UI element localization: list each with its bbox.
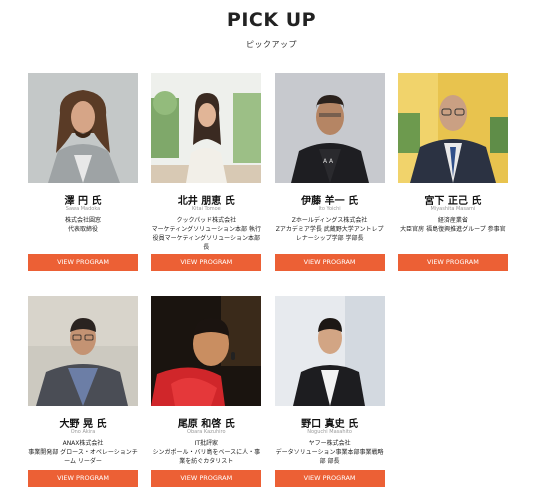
view-program-button[interactable]: VIEW PROGRAM [151, 254, 262, 271]
speaker-card: 尾原 和啓 氏 Obara Kazuhiro IT批評家 シンガポール・バリ島を… [151, 296, 262, 496]
speaker-grid-row-2: 大野 晃 氏 Ono Akira ANAX株式会社 事業開発部 グロース・オペレ… [28, 296, 516, 496]
speaker-description: 経済産業省 大臣官房 福島復興推進グループ 参事官 [400, 217, 506, 233]
speaker-name: 野口 真史 氏 [301, 419, 359, 430]
section-title: PICK UP [226, 9, 317, 31]
speaker-description: ANAX株式会社 事業開発部 グロース・オペレーションチ ーム リーダー [28, 440, 138, 465]
speaker-romaji: Sawa Madoka [65, 206, 101, 212]
speaker-portrait-image: A A [274, 73, 385, 183]
speaker-name: 北井 朋恵 氏 [177, 196, 235, 207]
speaker-card: A A 伊藤 羊一 氏 Ito Yoichi Zホールディングス株式会社 Zアカ… [274, 73, 385, 296]
speaker-romaji: Obara Kazuhiro [187, 429, 226, 435]
speaker-photo[interactable]: A A [274, 73, 385, 183]
speaker-romaji: Ito Yoichi [318, 206, 341, 212]
speaker-portrait-image [397, 73, 508, 183]
view-program-button[interactable]: VIEW PROGRAM [274, 254, 385, 271]
speaker-name: 大野 晃 氏 [59, 419, 107, 430]
speaker-portrait-image [151, 73, 262, 183]
view-program-button[interactable]: VIEW PROGRAM [397, 254, 508, 271]
speaker-romaji: Miyashita Masami [430, 206, 476, 212]
speaker-name: 宮下 正己 氏 [424, 196, 482, 207]
speaker-card: 野口 真史 氏 Noguchi Masahito ヤフー株式会社 データソリュー… [274, 296, 385, 496]
view-program-button[interactable]: VIEW PROGRAM [274, 470, 385, 487]
speaker-description: クックパッド株式会社 マーケティングソリューション本部 執行 役員マーケティング… [151, 217, 261, 251]
speaker-description: ヤフー株式会社 データソリューション事業本部事業戦略 部 部長 [275, 440, 384, 465]
view-program-button[interactable]: VIEW PROGRAM [28, 470, 138, 487]
speaker-photo[interactable] [274, 296, 385, 406]
speaker-card: 澤 円 氏 Sawa Madoka 株式会社圓窓 代表取締役 VIEW PROG… [28, 73, 138, 296]
speaker-name: 伊藤 羊一 氏 [301, 196, 359, 207]
speaker-description: IT批評家 シンガポール・バリ島をベースに人・事 業を紡ぐカタリスト [152, 440, 261, 465]
speaker-portrait-image [151, 296, 262, 406]
view-program-button[interactable]: VIEW PROGRAM [28, 254, 138, 271]
speaker-card: 宮下 正己 氏 Miyashita Masami 経済産業省 大臣官房 福島復興… [397, 73, 508, 296]
speaker-photo[interactable] [151, 73, 262, 183]
speaker-photo[interactable] [151, 296, 262, 406]
speaker-card: 北井 朋恵 氏 Kitai Tomoe クックパッド株式会社 マーケティングソリ… [151, 73, 262, 296]
speaker-name: 尾原 和啓 氏 [177, 419, 235, 430]
speaker-name: 澤 円 氏 [64, 196, 102, 207]
speaker-photo[interactable] [397, 73, 508, 183]
speaker-portrait-image [28, 73, 138, 183]
view-program-button[interactable]: VIEW PROGRAM [151, 470, 262, 487]
section-subtitle: ピックアップ [246, 40, 297, 49]
speaker-description: 株式会社圓窓 代表取締役 [64, 217, 101, 233]
speaker-card: 大野 晃 氏 Ono Akira ANAX株式会社 事業開発部 グロース・オペレ… [28, 296, 138, 496]
speaker-romaji: Noguchi Masahito [307, 429, 352, 435]
svg-text:A A: A A [323, 158, 334, 165]
speaker-photo[interactable] [28, 296, 138, 406]
speaker-romaji: Kitai Tomoe [191, 206, 221, 212]
pickup-section: PICK UP ピックアップ 澤 円 氏 Sawa Madoka 株式会社圓窓 … [0, 0, 543, 500]
speaker-portrait-image [28, 296, 138, 406]
speaker-portrait-image [274, 296, 385, 406]
speaker-description: Zホールディングス株式会社 Zアカデミア学長 武蔵野大学アントレプ レナーシップ… [275, 217, 384, 242]
speaker-photo[interactable] [28, 73, 138, 183]
speaker-grid-row-1: 澤 円 氏 Sawa Madoka 株式会社圓窓 代表取締役 VIEW PROG… [28, 73, 516, 296]
speaker-romaji: Ono Akira [70, 429, 96, 435]
